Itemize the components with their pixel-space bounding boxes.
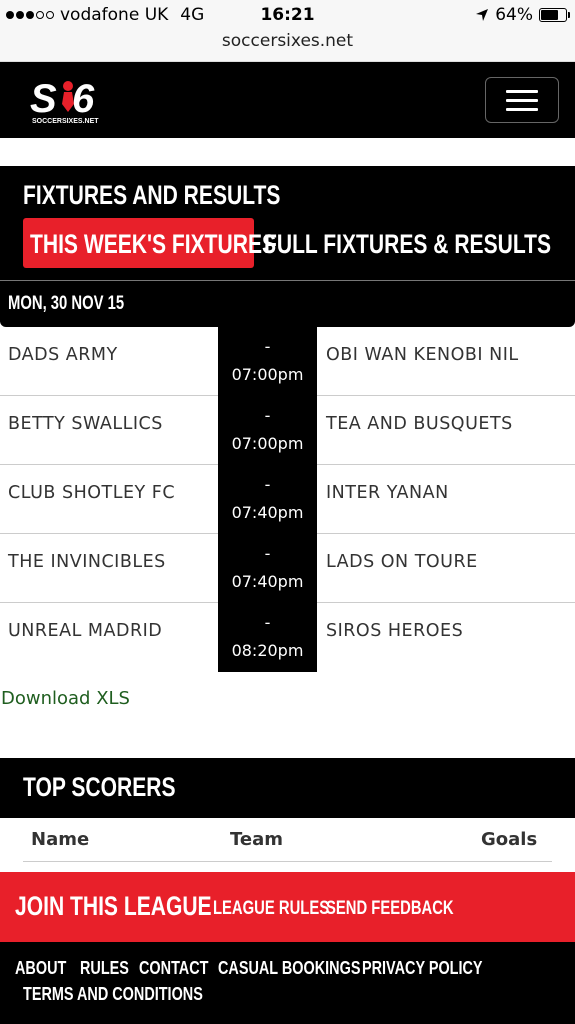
home-team: CLUB SHOTLEY FC xyxy=(8,483,176,503)
match-score: - xyxy=(264,613,271,632)
score-box: - 07:00pm xyxy=(218,327,317,396)
kickoff-time: 07:00pm xyxy=(231,434,304,453)
column-header-goals[interactable]: Goals xyxy=(481,829,537,850)
away-team: INTER YANAN xyxy=(326,483,449,503)
score-box: - 08:20pm xyxy=(218,603,317,672)
location-arrow-icon xyxy=(476,9,489,21)
status-right: 64% xyxy=(475,5,570,25)
download-xls-link[interactable]: Download XLS xyxy=(1,688,130,709)
kickoff-time: 08:20pm xyxy=(231,641,304,660)
match-score: - xyxy=(264,337,271,356)
score-box: - 07:40pm xyxy=(218,465,317,534)
match-score: - xyxy=(264,475,271,494)
tab-full-fixtures-results[interactable]: FULL FIXTURES & RESULTS xyxy=(264,229,575,260)
column-header-name[interactable]: Name xyxy=(31,829,89,850)
home-team: UNREAL MADRID xyxy=(8,621,163,641)
footer-link-privacy-policy[interactable]: PRIVACY POLICY xyxy=(362,957,517,979)
top-scorers-title: TOP SCORERS xyxy=(23,772,176,802)
url-text: soccersixes.net xyxy=(221,31,354,51)
footer-link-terms[interactable]: TERMS AND CONDITIONS xyxy=(23,983,254,1005)
fixture-date: MON, 30 NOV 15 xyxy=(8,293,125,314)
footer-link-contact[interactable]: CONTACT xyxy=(139,957,228,979)
kickoff-time: 07:00pm xyxy=(231,365,304,384)
site-header: S 6 SOCCERSIXES.NET xyxy=(0,62,575,138)
match-score: - xyxy=(264,406,271,425)
svg-text:S: S xyxy=(30,77,57,121)
status-bar: vodafone UK 4G 16:21 64% xyxy=(0,0,575,30)
menu-bar-icon xyxy=(506,108,538,111)
match-score: - xyxy=(264,544,271,563)
send-feedback-link[interactable]: SEND FEEDBACK xyxy=(326,897,490,920)
fixture-row[interactable]: UNREAL MADRID - 08:20pm SIROS HEROES xyxy=(0,603,575,672)
away-team: TEA AND BUSQUETS xyxy=(326,414,513,434)
kickoff-time: 07:40pm xyxy=(231,572,304,591)
svg-text:6: 6 xyxy=(72,77,95,121)
url-bar[interactable]: soccersixes.net xyxy=(0,30,575,62)
home-team: BETTY SWALLICS xyxy=(8,414,163,434)
away-team: LADS ON TOURE xyxy=(326,552,478,572)
home-team: DADS ARMY xyxy=(8,345,118,365)
battery-icon xyxy=(539,8,570,22)
fixture-row[interactable]: DADS ARMY - 07:00pm OBI WAN KENOBI NIL xyxy=(0,327,575,396)
column-header-team[interactable]: Team xyxy=(230,829,283,850)
footer-link-about[interactable]: ABOUT xyxy=(15,957,81,979)
score-box: - 07:00pm xyxy=(218,396,317,465)
footer-link-rules[interactable]: RULES xyxy=(80,957,143,979)
fixture-row[interactable]: THE INVINCIBLES - 07:40pm LADS ON TOURE xyxy=(0,534,575,603)
menu-bar-icon xyxy=(506,99,538,102)
site-logo[interactable]: S 6 SOCCERSIXES.NET xyxy=(28,76,108,126)
table-divider xyxy=(23,861,552,862)
home-team: THE INVINCIBLES xyxy=(8,552,166,572)
battery-percent: 64% xyxy=(495,5,533,25)
away-team: OBI WAN KENOBI NIL xyxy=(326,345,519,365)
fixtures-title: FIXTURES AND RESULTS xyxy=(23,180,281,210)
kickoff-time: 07:40pm xyxy=(231,503,304,522)
score-box: - 07:40pm xyxy=(218,534,317,603)
hamburger-menu-button[interactable] xyxy=(485,77,559,123)
fixture-row[interactable]: BETTY SWALLICS - 07:00pm TEA AND BUSQUET… xyxy=(0,396,575,465)
fixture-row[interactable]: CLUB SHOTLEY FC - 07:40pm INTER YANAN xyxy=(0,465,575,534)
away-team: SIROS HEROES xyxy=(326,621,464,641)
menu-bar-icon xyxy=(506,90,538,93)
svg-text:SOCCERSIXES.NET: SOCCERSIXES.NET xyxy=(32,118,99,125)
